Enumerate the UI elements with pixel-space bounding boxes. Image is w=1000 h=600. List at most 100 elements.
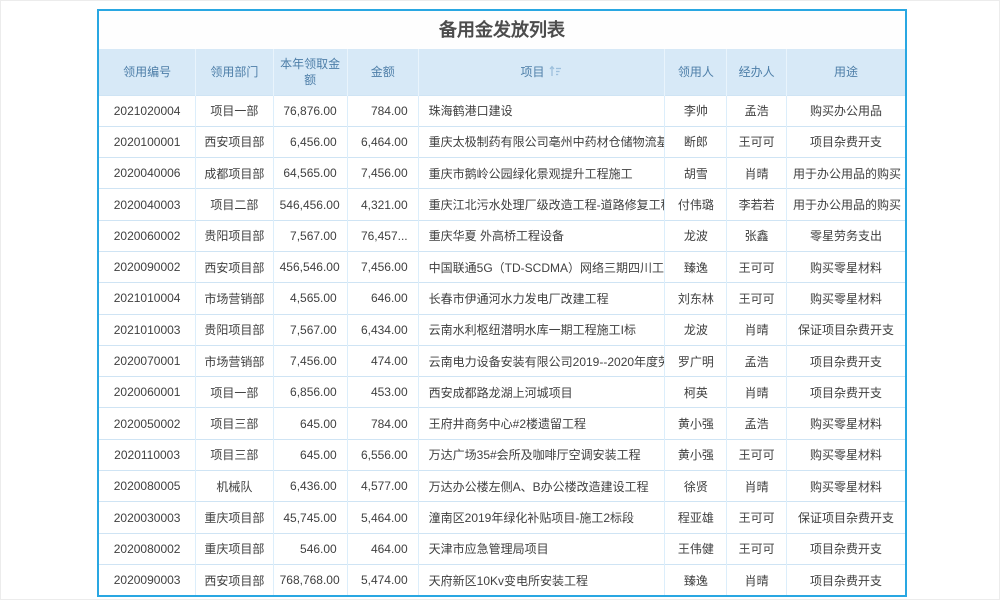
column-header-dept: 领用部门 — [196, 49, 273, 95]
cell-recipient[interactable]: 刘东林 — [665, 283, 727, 314]
cell-purpose: 购买零星材料 — [786, 408, 905, 439]
cell-id[interactable]: 2021020004 — [99, 95, 196, 126]
column-header-recipient: 领用人 — [665, 49, 727, 95]
cell-recipient[interactable]: 黄小强 — [665, 408, 727, 439]
cell-project[interactable]: 万达广场35#会所及咖啡厅空调安装工程 — [418, 439, 665, 470]
cell-id[interactable]: 2020090002 — [99, 251, 196, 282]
cell-dept: 西安项目部 — [196, 251, 273, 282]
cell-amount: 474.00 — [347, 345, 418, 376]
cell-project[interactable]: 中国联通5G（TD-SCDMA）网络三期四川工程 — [418, 251, 665, 282]
column-header-project[interactable]: 项目 — [418, 49, 665, 95]
cell-id[interactable]: 2020060002 — [99, 220, 196, 251]
cell-id[interactable]: 2020080005 — [99, 471, 196, 502]
cell-handler[interactable]: 王可可 — [727, 283, 787, 314]
cell-year-amount: 7,567.00 — [273, 220, 347, 251]
cell-handler[interactable]: 肖晴 — [727, 471, 787, 502]
cell-project[interactable]: 西安成都路龙湖上河城项目 — [418, 377, 665, 408]
cell-dept: 贵阳项目部 — [196, 220, 273, 251]
cell-project[interactable]: 天府新区10Kv变电所安装工程 — [418, 564, 665, 595]
cell-project[interactable]: 重庆华夏 外高桥工程设备 — [418, 220, 665, 251]
cell-id[interactable]: 2020050002 — [99, 408, 196, 439]
cell-year-amount: 45,745.00 — [273, 502, 347, 533]
cell-handler[interactable]: 王可可 — [727, 251, 787, 282]
cell-year-amount: 456,546.00 — [273, 251, 347, 282]
table-row: 2020060001项目一部6,856.00453.00西安成都路龙湖上河城项目… — [99, 377, 905, 408]
cell-id[interactable]: 2020110003 — [99, 439, 196, 470]
cell-project[interactable]: 重庆市鹅岭公园绿化景观提升工程施工 — [418, 158, 665, 189]
cell-handler[interactable]: 张鑫 — [727, 220, 787, 251]
cell-dept: 项目三部 — [196, 439, 273, 470]
cell-project[interactable]: 长春市伊通河水力发电厂改建工程 — [418, 283, 665, 314]
cell-handler[interactable]: 王可可 — [727, 126, 787, 157]
table-row: 2020040003项目二部546,456.004,321.00重庆江北污水处理… — [99, 189, 905, 220]
cell-handler[interactable]: 李若若 — [727, 189, 787, 220]
cell-handler[interactable]: 孟浩 — [727, 345, 787, 376]
cell-recipient[interactable]: 断郎 — [665, 126, 727, 157]
cell-year-amount: 546.00 — [273, 533, 347, 564]
cell-id[interactable]: 2020070001 — [99, 345, 196, 376]
cell-id[interactable]: 2020090003 — [99, 564, 196, 595]
cell-amount: 5,474.00 — [347, 564, 418, 595]
cell-recipient[interactable]: 徐贤 — [665, 471, 727, 502]
cell-recipient[interactable]: 王伟健 — [665, 533, 727, 564]
cell-project[interactable]: 重庆太极制药有限公司亳州中药材仓储物流基... — [418, 126, 665, 157]
cell-recipient[interactable]: 臻逸 — [665, 251, 727, 282]
cell-recipient[interactable]: 胡雪 — [665, 158, 727, 189]
cell-id[interactable]: 2021010003 — [99, 314, 196, 345]
cell-handler[interactable]: 肖晴 — [727, 314, 787, 345]
cell-handler[interactable]: 肖晴 — [727, 377, 787, 408]
petty-cash-table: 领用编号 领用部门 本年领取金额 金额 项目 领用人 经办人 用途 202102… — [99, 49, 905, 596]
cell-recipient[interactable]: 龙波 — [665, 314, 727, 345]
cell-project[interactable]: 重庆江北污水处理厂级改造工程-道路修复工程 — [418, 189, 665, 220]
cell-recipient[interactable]: 黄小强 — [665, 439, 727, 470]
cell-id[interactable]: 2020060001 — [99, 377, 196, 408]
cell-year-amount: 645.00 — [273, 408, 347, 439]
cell-amount: 4,577.00 — [347, 471, 418, 502]
cell-recipient[interactable]: 付伟璐 — [665, 189, 727, 220]
cell-project[interactable]: 王府井商务中心#2楼遗留工程 — [418, 408, 665, 439]
cell-project[interactable]: 珠海鹤港口建设 — [418, 95, 665, 126]
cell-id[interactable]: 2020080002 — [99, 533, 196, 564]
cell-dept: 项目三部 — [196, 408, 273, 439]
cell-recipient[interactable]: 柯英 — [665, 377, 727, 408]
cell-amount: 7,456.00 — [347, 251, 418, 282]
cell-handler[interactable]: 肖晴 — [727, 158, 787, 189]
cell-amount: 7,456.00 — [347, 158, 418, 189]
cell-year-amount: 4,565.00 — [273, 283, 347, 314]
cell-dept: 项目二部 — [196, 189, 273, 220]
cell-dept: 市场营销部 — [196, 283, 273, 314]
cell-dept: 西安项目部 — [196, 564, 273, 595]
cell-id[interactable]: 2021010004 — [99, 283, 196, 314]
cell-project[interactable]: 潼南区2019年绿化补贴项目-施工2标段 — [418, 502, 665, 533]
table-row: 2020090003西安项目部768,768.005,474.00天府新区10K… — [99, 564, 905, 595]
cell-project[interactable]: 云南水利枢纽潜明水库一期工程施工I标 — [418, 314, 665, 345]
cell-purpose: 购买零星材料 — [786, 471, 905, 502]
cell-id[interactable]: 2020030003 — [99, 502, 196, 533]
table-row: 2020100001西安项目部6,456.006,464.00重庆太极制药有限公… — [99, 126, 905, 157]
cell-purpose: 零星劳务支出 — [786, 220, 905, 251]
cell-handler[interactable]: 肖晴 — [727, 564, 787, 595]
cell-id[interactable]: 2020040003 — [99, 189, 196, 220]
cell-recipient[interactable]: 臻逸 — [665, 564, 727, 595]
cell-year-amount: 768,768.00 — [273, 564, 347, 595]
table-row: 2020090002西安项目部456,546.007,456.00中国联通5G（… — [99, 251, 905, 282]
cell-project[interactable]: 万达办公楼左侧A、B办公楼改造建设工程 — [418, 471, 665, 502]
cell-handler[interactable]: 孟浩 — [727, 408, 787, 439]
table-row: 2020110003项目三部645.006,556.00万达广场35#会所及咖啡… — [99, 439, 905, 470]
sort-icon[interactable] — [549, 65, 562, 77]
cell-recipient[interactable]: 李帅 — [665, 95, 727, 126]
cell-recipient[interactable]: 罗广明 — [665, 345, 727, 376]
cell-id[interactable]: 2020040006 — [99, 158, 196, 189]
cell-amount: 5,464.00 — [347, 502, 418, 533]
cell-handler[interactable]: 孟浩 — [727, 95, 787, 126]
cell-project[interactable]: 天津市应急管理局项目 — [418, 533, 665, 564]
cell-handler[interactable]: 王可可 — [727, 502, 787, 533]
column-header-year-amount: 本年领取金额 — [273, 49, 347, 95]
cell-year-amount: 7,567.00 — [273, 314, 347, 345]
cell-project[interactable]: 云南电力设备安装有限公司2019--2020年度劳... — [418, 345, 665, 376]
cell-handler[interactable]: 王可可 — [727, 533, 787, 564]
cell-handler[interactable]: 王可可 — [727, 439, 787, 470]
cell-recipient[interactable]: 程亚雄 — [665, 502, 727, 533]
cell-recipient[interactable]: 龙波 — [665, 220, 727, 251]
cell-id[interactable]: 2020100001 — [99, 126, 196, 157]
